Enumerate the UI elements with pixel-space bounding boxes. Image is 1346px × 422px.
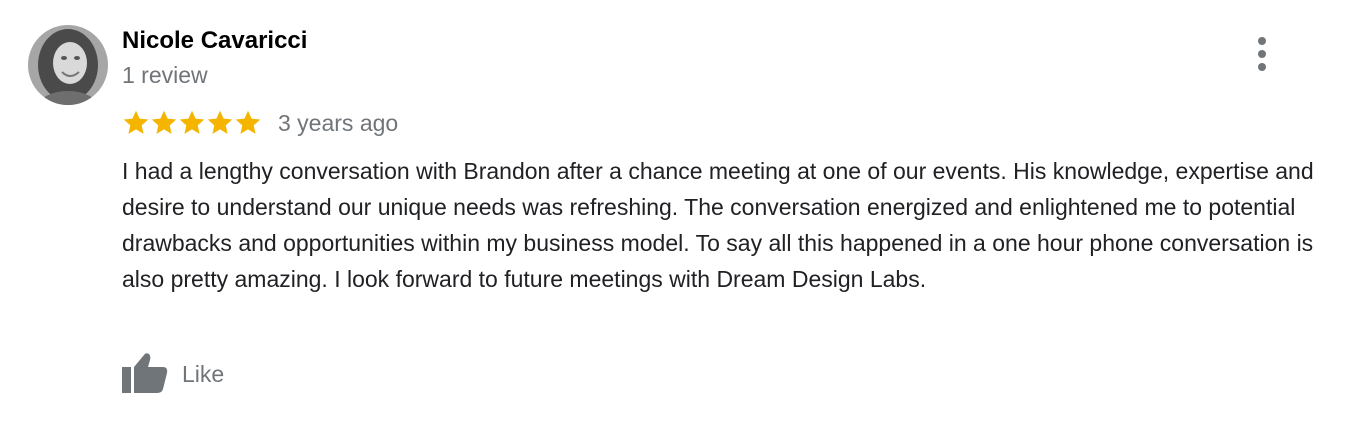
star-icon	[151, 110, 177, 134]
star-icon	[235, 110, 261, 134]
rating-row: 3 years ago	[122, 106, 398, 140]
thumbs-up-icon	[122, 351, 168, 398]
avatar[interactable]	[28, 25, 108, 105]
like-button[interactable]: Like	[122, 352, 224, 396]
like-label: Like	[182, 361, 225, 387]
reviewer-name[interactable]: Nicole Cavaricci	[122, 26, 307, 56]
star-icon	[123, 110, 149, 134]
review-card: Nicole Cavaricci 1 review 3 years ago I …	[0, 0, 1346, 422]
star-icon	[179, 110, 205, 134]
star-icon	[207, 110, 233, 134]
review-text: I had a lengthy conversation with Brando…	[122, 158, 1314, 292]
star-rating	[122, 106, 262, 140]
review-time: 3 years ago	[278, 110, 399, 136]
more-vertical-icon[interactable]	[1250, 36, 1274, 72]
review-count[interactable]: 1 review	[122, 60, 208, 90]
